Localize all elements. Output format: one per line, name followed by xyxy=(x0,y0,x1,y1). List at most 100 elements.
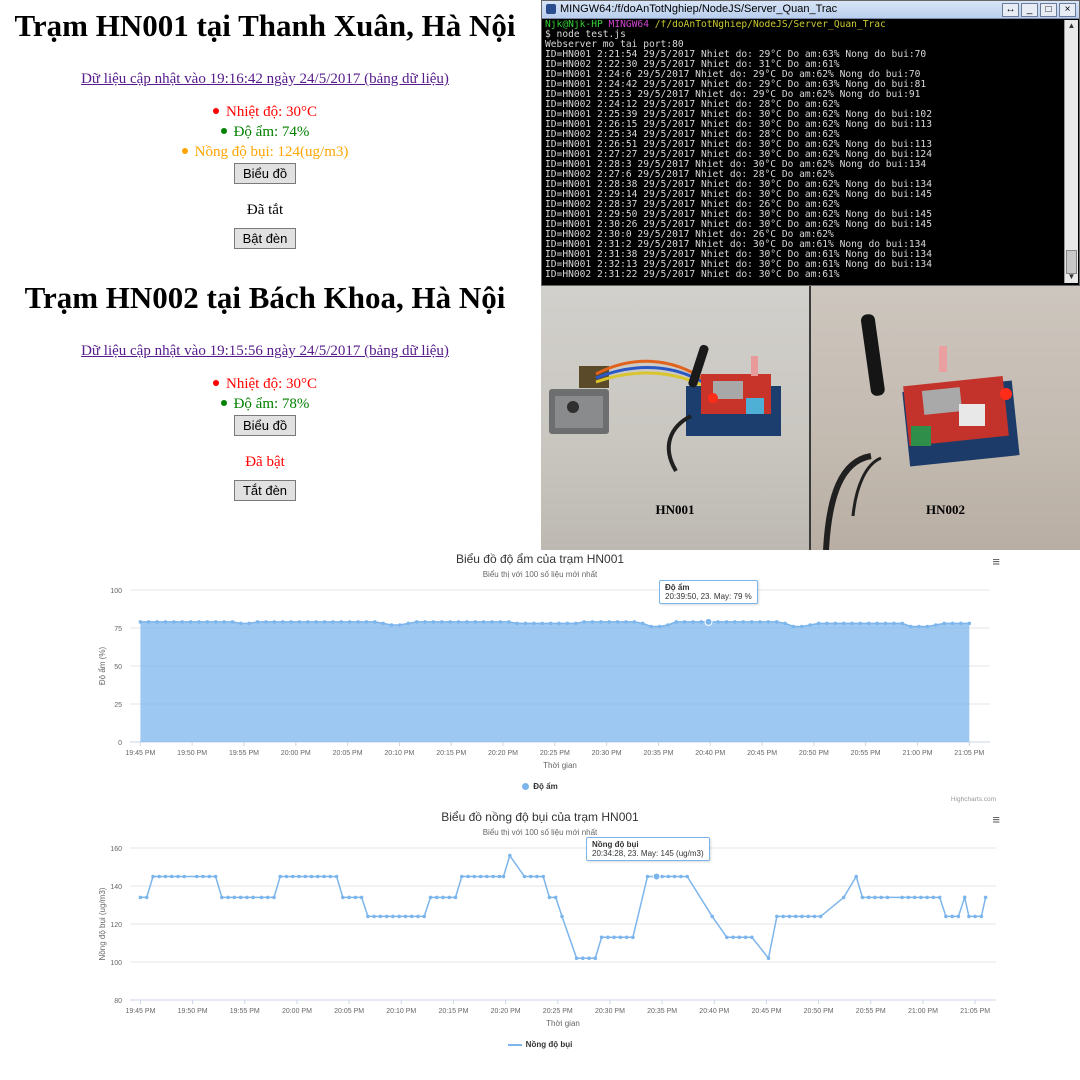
terminal-icon xyxy=(546,4,556,14)
data-point xyxy=(841,895,846,900)
metric-text: Độ ẩm: 74% xyxy=(233,124,310,140)
data-point xyxy=(245,895,249,900)
x-tick-label: 20:00 PM xyxy=(282,1008,312,1015)
data-point xyxy=(366,914,370,919)
legend-line-icon xyxy=(507,1043,522,1046)
data-point xyxy=(925,895,929,900)
chart-credit[interactable]: Highcharts.com xyxy=(951,796,996,803)
tooltip-title: Nồng độ bụi xyxy=(592,840,639,849)
metric-temperature: Nhiệt độ: 30°C xyxy=(0,102,530,122)
data-point xyxy=(334,874,339,879)
data-point xyxy=(264,620,268,624)
data-point xyxy=(297,620,302,624)
chart-title: Biểu đồ độ ẩm của trạm HN001 xyxy=(455,552,625,566)
data-point xyxy=(631,935,635,940)
scroll-up-icon[interactable]: ▲ xyxy=(1065,20,1078,32)
data-point xyxy=(750,935,754,940)
data-point xyxy=(265,895,270,900)
maximize-icon[interactable]: □ xyxy=(1040,3,1057,17)
data-point xyxy=(632,620,637,624)
station-panel-hn001: Trạm HN001 tại Thanh Xuân, Hà Nội Dữ liệ… xyxy=(0,0,530,249)
metric-temperature: Nhiệt độ: 30°C xyxy=(0,374,530,394)
data-point xyxy=(381,621,386,626)
legend-item[interactable]: Độ ẩm xyxy=(80,782,1000,791)
x-tick-label: 20:05 PM xyxy=(333,750,363,757)
data-point xyxy=(942,621,946,626)
data-point xyxy=(485,874,489,879)
chart-button[interactable]: Biểu đồ xyxy=(233,163,297,184)
data-point xyxy=(615,620,620,624)
data-point xyxy=(781,914,785,919)
light-toggle-button[interactable]: Tắt đèn xyxy=(233,480,297,501)
y-tick-label: 140 xyxy=(110,884,122,891)
data-point xyxy=(962,895,967,900)
data-point xyxy=(238,895,243,900)
terminal-scrollbar[interactable]: ▲ ▼ xyxy=(1064,20,1078,283)
terminal-window: MINGW64:/f/doAnTotNghiep/NodeJS/Server_Q… xyxy=(541,0,1080,286)
chart-subtitle: Biểu thị với 100 số liệu mới nhất xyxy=(482,828,598,837)
data-point xyxy=(934,623,938,627)
series-line xyxy=(140,853,987,960)
x-axis-title: Thời gian xyxy=(546,1019,580,1028)
data-point xyxy=(226,895,230,900)
y-tick-label: 50 xyxy=(114,664,122,671)
x-tick-label: 20:55 PM xyxy=(851,750,881,757)
update-link[interactable]: Dữ liệu cập nhật vào 19:15:56 ngày 24/5/… xyxy=(0,343,530,360)
data-point xyxy=(866,895,871,900)
data-point xyxy=(917,624,921,629)
metric-dust: Nồng độ bụi: 124(ug/m3) xyxy=(0,142,530,162)
legend-marker-icon xyxy=(522,783,530,791)
update-link[interactable]: Dữ liệu cập nhật vào 19:16:42 ngày 24/5/… xyxy=(0,71,530,88)
data-point xyxy=(956,914,961,919)
bullet-icon xyxy=(181,147,188,154)
data-point xyxy=(378,914,383,919)
data-point xyxy=(540,621,545,626)
data-point xyxy=(397,914,402,919)
x-tick-label: 19:50 PM xyxy=(177,750,207,757)
x-tick-label: 20:00 PM xyxy=(281,750,311,757)
minimize-icon[interactable]: _ xyxy=(1021,3,1038,17)
data-point xyxy=(347,620,352,624)
data-point xyxy=(213,874,218,879)
tooltip-text: 20:34:28, 23. May: 145 (ug/m3) xyxy=(592,849,704,858)
data-point xyxy=(478,874,483,879)
data-point xyxy=(900,895,904,900)
data-point xyxy=(885,895,890,900)
data-point xyxy=(372,914,376,919)
scroll-down-icon[interactable]: ▼ xyxy=(1065,271,1078,283)
data-point xyxy=(557,621,561,626)
chart-button[interactable]: Biểu đồ xyxy=(233,415,297,436)
data-point xyxy=(431,620,436,624)
data-point xyxy=(201,874,205,879)
data-point xyxy=(710,914,714,919)
x-axis-title: Thời gian xyxy=(543,761,577,770)
data-point xyxy=(541,874,545,879)
data-point xyxy=(645,874,650,879)
data-point xyxy=(172,620,176,624)
data-point xyxy=(356,620,360,624)
x-tick-label: 19:55 PM xyxy=(229,750,259,757)
restore-icon[interactable]: ↔ xyxy=(1002,3,1019,17)
data-point xyxy=(547,895,552,900)
data-point xyxy=(657,624,662,629)
data-point xyxy=(674,620,678,624)
x-tick-label: 20:50 PM xyxy=(799,750,829,757)
data-point xyxy=(649,624,653,629)
close-icon[interactable]: × xyxy=(1059,3,1076,17)
metrics-list: Nhiệt độ: 30°C Độ ẩm: 74% Nồng độ bụi: 1… xyxy=(0,102,530,162)
data-point xyxy=(515,621,519,626)
chart-menu-icon[interactable]: ≡ xyxy=(992,554,1000,569)
data-point xyxy=(247,621,251,626)
data-point xyxy=(612,935,616,940)
photo-label: HN001 xyxy=(655,502,695,517)
hover-point xyxy=(652,872,661,881)
x-tick-label: 19:55 PM xyxy=(230,1008,260,1015)
light-toggle-button[interactable]: Bật đèn xyxy=(233,228,297,249)
data-point xyxy=(850,621,854,626)
data-point xyxy=(195,874,199,879)
data-point xyxy=(328,874,333,879)
data-point xyxy=(306,620,310,624)
chart-menu-icon[interactable]: ≡ xyxy=(992,812,1000,827)
data-point xyxy=(435,895,439,900)
legend-item[interactable]: Nồng độ bụi xyxy=(80,1040,1000,1049)
